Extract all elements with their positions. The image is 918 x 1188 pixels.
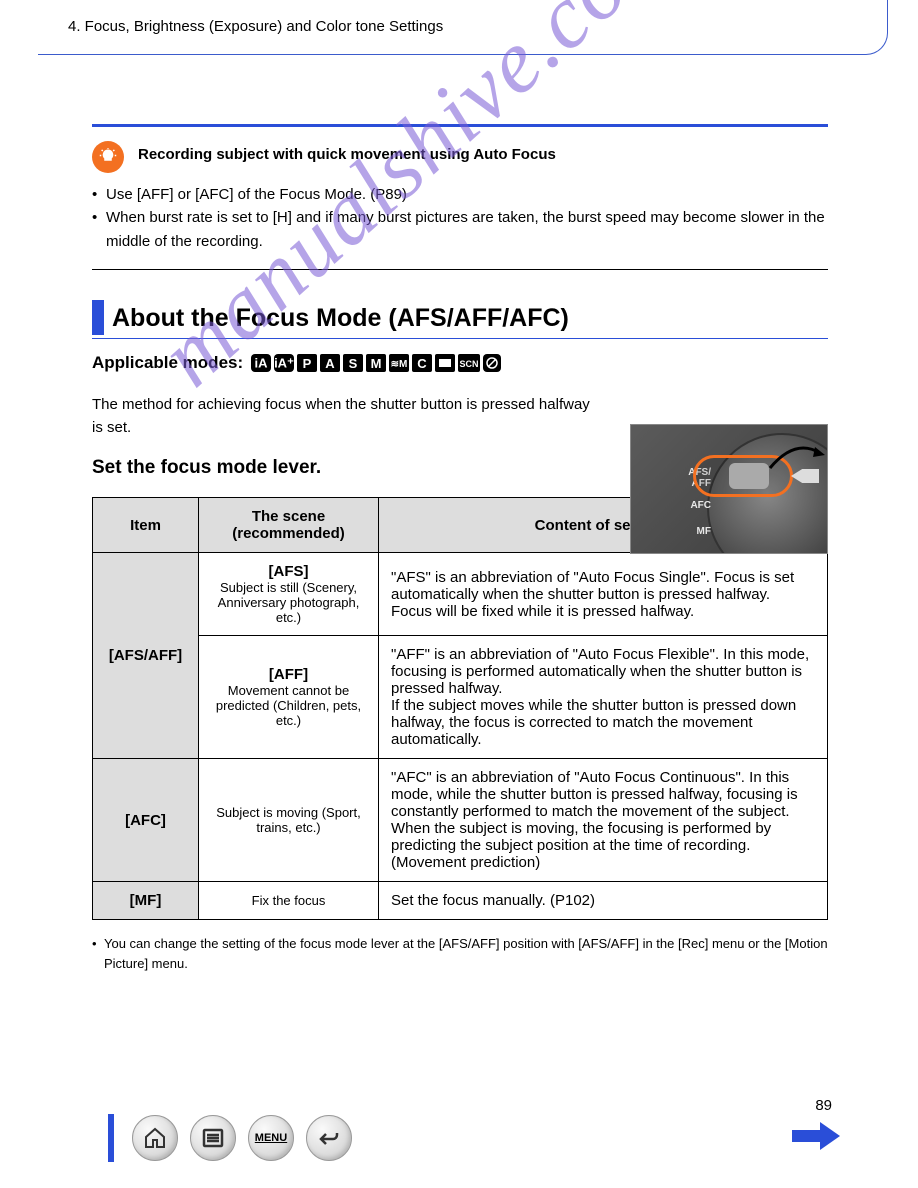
menu-button[interactable]: MENU [248,1115,294,1161]
page-content: Recording subject with quick movement us… [92,124,828,973]
next-arrow-icon [792,1122,840,1150]
divider [92,269,828,270]
footer-bar [108,1114,114,1162]
camera-diagram: AFS/ AFF AFC MF [630,424,828,554]
svg-text:C: C [417,356,427,371]
table-notes: •You can change the setting of the focus… [92,934,828,973]
svg-text:iA⁺: iA⁺ [274,355,294,370]
back-arrow-icon [317,1126,341,1150]
tip-bullets: •Use [AFF] or [AFC] of the Focus Mode. (… [92,183,828,253]
list-icon [201,1126,225,1150]
svg-text:P: P [303,356,312,371]
table-row: [MF] Fix the focus Set the focus manuall… [93,882,828,920]
section-intro: The method for achieving focus when the … [92,393,602,440]
applicable-modes: Applicable modes: iA iA⁺ P A S M ≋M C SC… [92,353,828,373]
table-header-scene: The scene (recommended) [199,498,379,553]
focus-mode-table: Item The scene (recommended) Content of … [92,497,828,920]
svg-text:SCN: SCN [460,359,479,369]
home-icon [143,1126,167,1150]
svg-text:iA: iA [255,355,269,370]
mode-icons: iA iA⁺ P A S M ≋M C SCN [251,353,501,373]
menu-label: MENU [255,1132,287,1144]
table-row: [AFF] Movement cannot be predicted (Chil… [93,636,828,759]
home-button[interactable] [132,1115,178,1161]
table-row: [AFC] Subject is moving (Sport, trains, … [93,759,828,882]
svg-text:S: S [349,356,358,371]
svg-text:≋M: ≋M [391,359,408,370]
tip-heading: Recording subject with quick movement us… [138,141,556,167]
svg-text:A: A [325,356,335,371]
breadcrumb: 4. Focus, Brightness (Exposure) and Colo… [68,18,443,35]
page-number: 89 [815,1097,832,1114]
section-divider [92,124,828,127]
tip-lightbulb-icon [92,141,124,173]
svg-text:M: M [371,356,382,371]
table-row: [AFS/AFF] [AFS] Subject is still (Scener… [93,553,828,636]
next-page-button[interactable] [792,1122,840,1150]
table-header-item: Item [93,498,199,553]
back-button[interactable] [306,1115,352,1161]
contents-button[interactable] [190,1115,236,1161]
section-heading: About the Focus Mode (AFS/AFF/AFC) [92,300,828,335]
footer-nav: MENU [108,1114,352,1162]
section-underline [92,338,828,339]
